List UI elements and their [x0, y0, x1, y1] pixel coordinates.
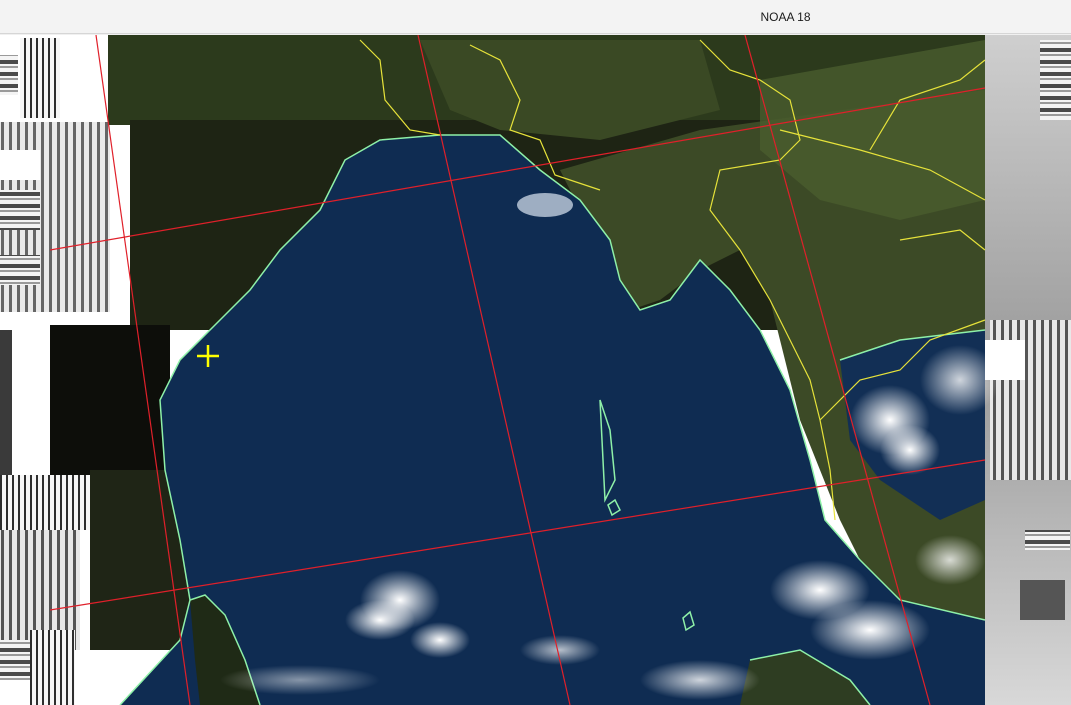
- window-titlebar: NOAA 18: [0, 0, 1071, 34]
- window-title: NOAA 18: [760, 10, 811, 24]
- satellite-image-viewport[interactable]: [0, 35, 1071, 705]
- satellite-image: [0, 35, 1071, 705]
